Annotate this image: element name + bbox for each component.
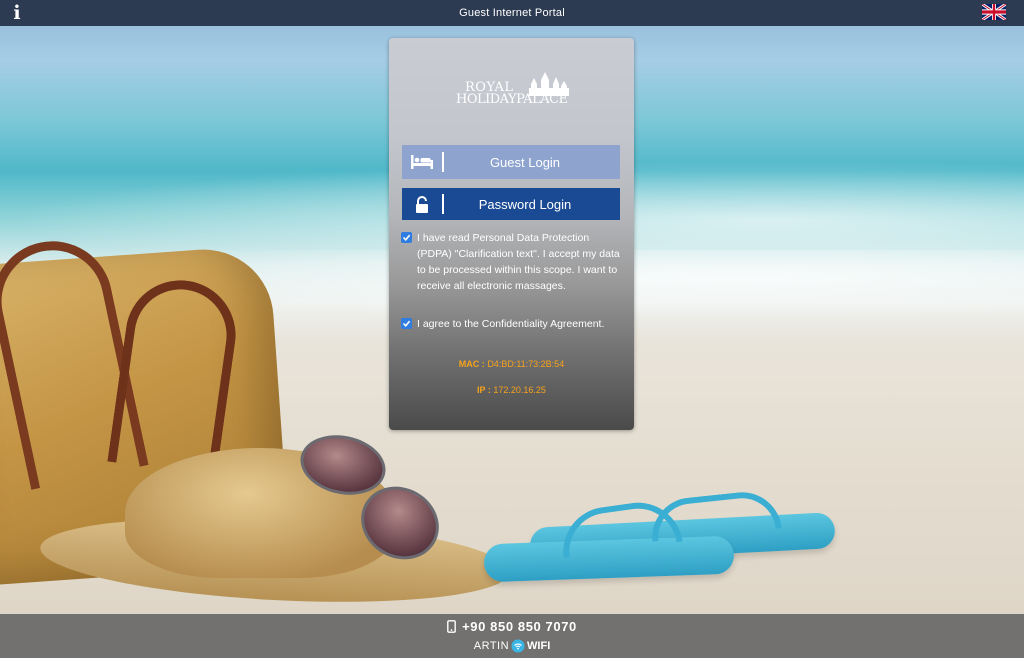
mac-value: D4:BD:11:73:2B:54 <box>487 359 565 369</box>
brand-part1: ARTIN <box>473 640 510 652</box>
mac-label: MAC : <box>458 359 485 369</box>
pdpa-consent-text: I have read Personal Data Protection (PD… <box>417 232 620 292</box>
login-panel: ROYAL HOLIDAYPALACE Guest Login Password… <box>389 38 634 430</box>
support-phone[interactable]: +90 850 850 7070 <box>0 619 1024 634</box>
bed-icon <box>402 155 442 169</box>
logo-line2: HOLIDAYPALACE <box>456 92 568 107</box>
pdpa-checkbox[interactable] <box>401 232 412 243</box>
mobile-phone-icon <box>447 620 456 633</box>
confidentiality-checkbox[interactable] <box>401 318 412 329</box>
portal-title: Guest Internet Portal <box>459 7 565 19</box>
password-login-label: Password Login <box>478 196 572 212</box>
wifi-icon <box>511 639 525 653</box>
unlock-icon <box>402 195 442 213</box>
confidentiality-consent-text: I agree to the Confidentiality Agreement… <box>417 318 605 330</box>
password-login-button[interactable]: Password Login <box>402 188 620 220</box>
provider-logo: ARTIN WIFI <box>0 639 1024 653</box>
mac-address: MAC : D4:BD:11:73:2B:54 <box>389 359 634 369</box>
guest-login-button[interactable]: Guest Login <box>402 145 620 179</box>
uk-flag-icon[interactable] <box>982 4 1006 20</box>
top-bar: i Guest Internet Portal <box>0 0 1024 26</box>
bottom-bar: +90 850 850 7070 ARTIN WIFI <box>0 614 1024 658</box>
phone-number: +90 850 850 7070 <box>462 619 577 634</box>
info-icon[interactable]: i <box>10 3 24 23</box>
ip-address: IP : 172.20.16.25 <box>389 385 634 395</box>
brand-part2: WIFI <box>527 640 551 652</box>
ip-value: 172.20.16.25 <box>493 385 546 395</box>
hotel-logo: ROYAL HOLIDAYPALACE <box>389 72 634 112</box>
guest-login-label: Guest Login <box>489 154 561 170</box>
confidentiality-consent: I agree to the Confidentiality Agreement… <box>401 316 623 332</box>
pdpa-consent: I have read Personal Data Protection (PD… <box>401 230 623 294</box>
ip-label: IP : <box>477 385 491 395</box>
